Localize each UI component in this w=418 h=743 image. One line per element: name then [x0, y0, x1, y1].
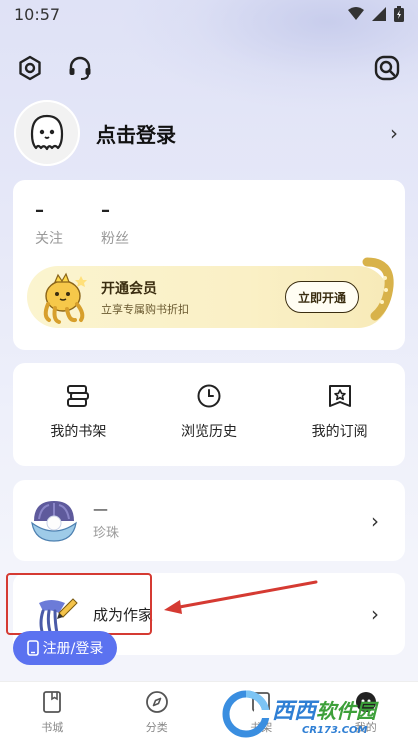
- watermark-brand: 西西: [272, 698, 317, 724]
- quick-actions-card: 我的书架 浏览历史 我的订阅: [13, 363, 405, 466]
- book-icon: [43, 691, 62, 713]
- scan-button[interactable]: [373, 54, 401, 82]
- headset-icon: [69, 56, 91, 80]
- follow-stat[interactable]: – 关注: [35, 202, 63, 248]
- ghost-avatar-icon: [30, 114, 64, 151]
- customer-service-button[interactable]: [66, 54, 94, 82]
- vip-banner[interactable]: 开通会员 立享专属购书折扣 立即开通: [27, 257, 394, 328]
- subscription-icon: [328, 385, 351, 407]
- pearl-label: 珍珠: [93, 526, 120, 541]
- tentacle-decoration-icon: [362, 257, 394, 321]
- vip-subtitle: 立享专属购书折扣: [101, 302, 189, 316]
- quick-action-bookshelf[interactable]: 我的书架: [23, 383, 133, 441]
- pearl-count: —: [93, 500, 108, 518]
- chevron-right-icon: ›: [390, 121, 398, 145]
- quick-action-subscription[interactable]: 我的订阅: [285, 383, 395, 441]
- signal-icon: [372, 7, 386, 21]
- octopus-mascot-icon: [43, 272, 87, 324]
- status-bar: 10:57: [0, 0, 418, 28]
- follow-label: 关注: [35, 231, 63, 247]
- quick-action-label: 浏览历史: [180, 424, 237, 440]
- status-time: 10:57: [14, 4, 61, 24]
- tab-label: 分类: [145, 721, 168, 734]
- chevron-right-icon: ›: [371, 602, 379, 626]
- tab-label: 书城: [41, 721, 64, 734]
- watermark-title: 软件园: [316, 698, 377, 723]
- register-login-button[interactable]: 注册/登录: [13, 631, 117, 665]
- settings-icon: [19, 55, 41, 81]
- fans-stat[interactable]: – 粉丝: [101, 202, 129, 248]
- fans-count: –: [101, 200, 110, 221]
- clock-icon: [197, 384, 221, 408]
- settings-button[interactable]: [16, 54, 44, 82]
- highlight-annotation: [6, 573, 152, 635]
- quick-action-history[interactable]: 浏览历史: [154, 383, 264, 441]
- chevron-right-icon: ›: [371, 508, 379, 533]
- battery-icon: [394, 6, 404, 22]
- status-icons: [348, 6, 404, 22]
- register-login-label: 注册/登录: [42, 641, 104, 657]
- quick-action-label: 我的订阅: [311, 424, 368, 440]
- login-row[interactable]: 点击登录 ›: [14, 100, 404, 166]
- tab-category[interactable]: 分类: [105, 682, 210, 743]
- vip-title: 开通会员: [101, 280, 157, 297]
- watermark-logo-icon: [222, 690, 270, 738]
- fans-label: 粉丝: [101, 231, 129, 247]
- compass-icon: [145, 691, 168, 713]
- quick-action-label: 我的书架: [50, 424, 107, 440]
- account-card: – 关注 – 粉丝 开通会员 立享专属购书折扣 立即开通: [13, 180, 405, 350]
- phone-icon: [26, 640, 39, 656]
- open-vip-button[interactable]: 立即开通: [285, 281, 359, 313]
- wifi-icon: [348, 7, 364, 20]
- search-icon: [374, 55, 400, 81]
- bookshelf-icon: [67, 385, 90, 407]
- tab-bookstore[interactable]: 书城: [0, 682, 105, 743]
- site-watermark: 西西 软件园 CR173.COM: [222, 688, 397, 740]
- login-prompt[interactable]: 点击登录: [96, 119, 384, 148]
- watermark-url: CR173.COM: [302, 724, 368, 736]
- pearl-shell-icon: [31, 500, 77, 542]
- follow-count: –: [35, 200, 44, 221]
- arrow-annotation-icon: [164, 580, 318, 614]
- pearl-card[interactable]: — 珍珠 ›: [13, 480, 405, 561]
- avatar[interactable]: [14, 100, 80, 166]
